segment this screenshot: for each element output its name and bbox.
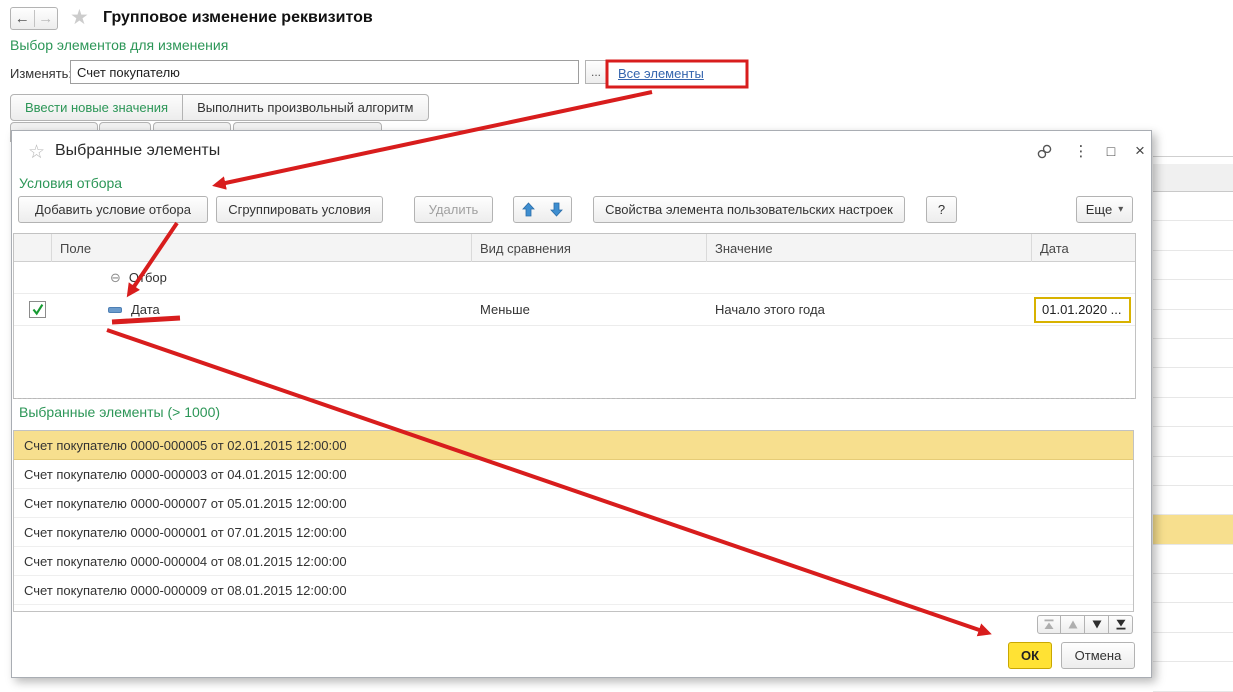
move-up-button[interactable] [513, 196, 543, 223]
chevron-down-icon: ▾ [1118, 204, 1124, 215]
ok-button[interactable]: ОК [1008, 642, 1052, 669]
list-item[interactable]: Счет покупателю 0000-000007 от 05.01.201… [14, 489, 1133, 518]
group-conditions-button[interactable]: Сгруппировать условия [216, 196, 383, 223]
background-table-line [1153, 156, 1233, 157]
splitter[interactable] [13, 398, 1134, 399]
change-field-label: Изменять: [10, 66, 73, 81]
cancel-button[interactable]: Отмена [1061, 642, 1135, 669]
background-table [1153, 0, 1233, 692]
column-comparison: Вид сравнения [472, 234, 707, 262]
conditions-table-empty-area [14, 326, 1135, 398]
dialog-star-icon[interactable]: ☆ [28, 141, 45, 164]
back-button[interactable]: ← [11, 10, 35, 27]
column-date: Дата [1040, 240, 1069, 256]
add-condition-button[interactable]: Добавить условие отбора [18, 196, 208, 223]
choose-object-button[interactable]: ... [585, 60, 607, 84]
maximize-icon[interactable]: □ [1100, 141, 1122, 161]
list-item[interactable]: Счет покупателю 0000-000001 от 07.01.201… [14, 518, 1133, 547]
condition-date-field[interactable]: 01.01.2020 ... [1034, 296, 1131, 323]
background-table-header [1153, 164, 1233, 192]
move-down-button[interactable] [542, 196, 572, 223]
list-nav-buttons [1037, 615, 1133, 634]
user-settings-properties-button[interactable]: Свойства элемента пользовательских настр… [593, 196, 905, 223]
list-item[interactable]: Счет покупателю 0000-000005 от 02.01.201… [14, 431, 1133, 460]
favorite-star-icon[interactable]: ★ [70, 5, 89, 30]
go-last-button[interactable] [1109, 615, 1133, 634]
go-prev-button[interactable] [1061, 615, 1085, 634]
more-button[interactable]: Еще ▾ [1076, 196, 1133, 223]
arrow-down-icon [550, 202, 563, 217]
help-button[interactable]: ? [926, 196, 957, 223]
list-item[interactable]: Счет покупателю 0000-000003 от 04.01.201… [14, 460, 1133, 489]
change-object-input[interactable] [70, 60, 579, 84]
selected-elements-list: Счет покупателю 0000-000005 от 02.01.201… [13, 430, 1134, 612]
tab-run-algorithm[interactable]: Выполнить произвольный алгоритм [183, 94, 429, 121]
selection-section-title: Выбор элементов для изменения [10, 37, 229, 53]
more-label: Еще [1085, 202, 1113, 217]
history-nav-group: ← → [10, 7, 58, 30]
arrow-up-icon [521, 202, 535, 217]
selected-elements-dialog: ☆ Выбранные элементы ⋮ □ × Условия отбор… [11, 130, 1152, 678]
checkmark-icon [32, 304, 44, 316]
screen: ← → ★ Групповое изменение реквизитов Выб… [0, 0, 1233, 692]
forward-button[interactable]: → [35, 10, 58, 27]
collapse-icon[interactable]: ⊖ [110, 270, 121, 286]
prev-icon [1068, 620, 1077, 629]
first-icon [1044, 619, 1054, 629]
conditions-table-header: Поле Вид сравнения Значение Дата [14, 234, 1135, 262]
get-link-icon[interactable] [1033, 141, 1055, 161]
page-title: Групповое изменение реквизитов [103, 9, 373, 26]
chain-icon [1037, 144, 1051, 158]
filter-group-label: Отбор [128, 270, 167, 285]
forward-arrow-icon: → [38, 10, 54, 27]
equals-comparison-icon [108, 306, 122, 313]
filter-group-row[interactable]: ⊖ Отбор [14, 262, 1135, 294]
last-icon [1116, 619, 1125, 630]
conditions-table: Поле Вид сравнения Значение Дата ⊖ Отбор [13, 233, 1136, 399]
condition-comparison: Меньше [480, 302, 530, 317]
selected-elements-title: Выбранные элементы (> 1000) [19, 404, 221, 420]
mode-tab-group: Ввести новые значения Выполнить произвол… [10, 94, 429, 121]
column-value: Значение [707, 234, 1032, 262]
condition-checkbox[interactable] [29, 301, 46, 318]
dialog-title: Выбранные элементы [55, 142, 221, 159]
delete-button[interactable]: Удалить [414, 196, 493, 223]
back-arrow-icon: ← [14, 10, 30, 27]
list-item[interactable]: Счет покупателю 0000-000004 от 08.01.201… [14, 547, 1133, 576]
condition-value: Начало этого года [715, 302, 825, 317]
column-checkbox [14, 234, 52, 262]
dialog-menu-icon[interactable]: ⋮ [1070, 141, 1092, 161]
list-item[interactable]: Счет покупателю 0000-000009 от 08.01.201… [14, 576, 1133, 605]
background-table-rows [1153, 192, 1233, 692]
all-elements-link[interactable]: Все элементы [618, 66, 704, 81]
conditions-title: Условия отбора [19, 175, 123, 191]
condition-row[interactable]: Дата Меньше Начало этого года 01.01.2020… [14, 294, 1135, 326]
condition-field: Дата [131, 302, 160, 317]
go-first-button[interactable] [1037, 615, 1061, 634]
close-icon[interactable]: × [1129, 141, 1151, 161]
tab-enter-new-values[interactable]: Ввести новые значения [10, 94, 184, 121]
next-icon [1092, 620, 1101, 629]
go-next-button[interactable] [1085, 615, 1109, 634]
column-field: Поле [52, 234, 472, 262]
